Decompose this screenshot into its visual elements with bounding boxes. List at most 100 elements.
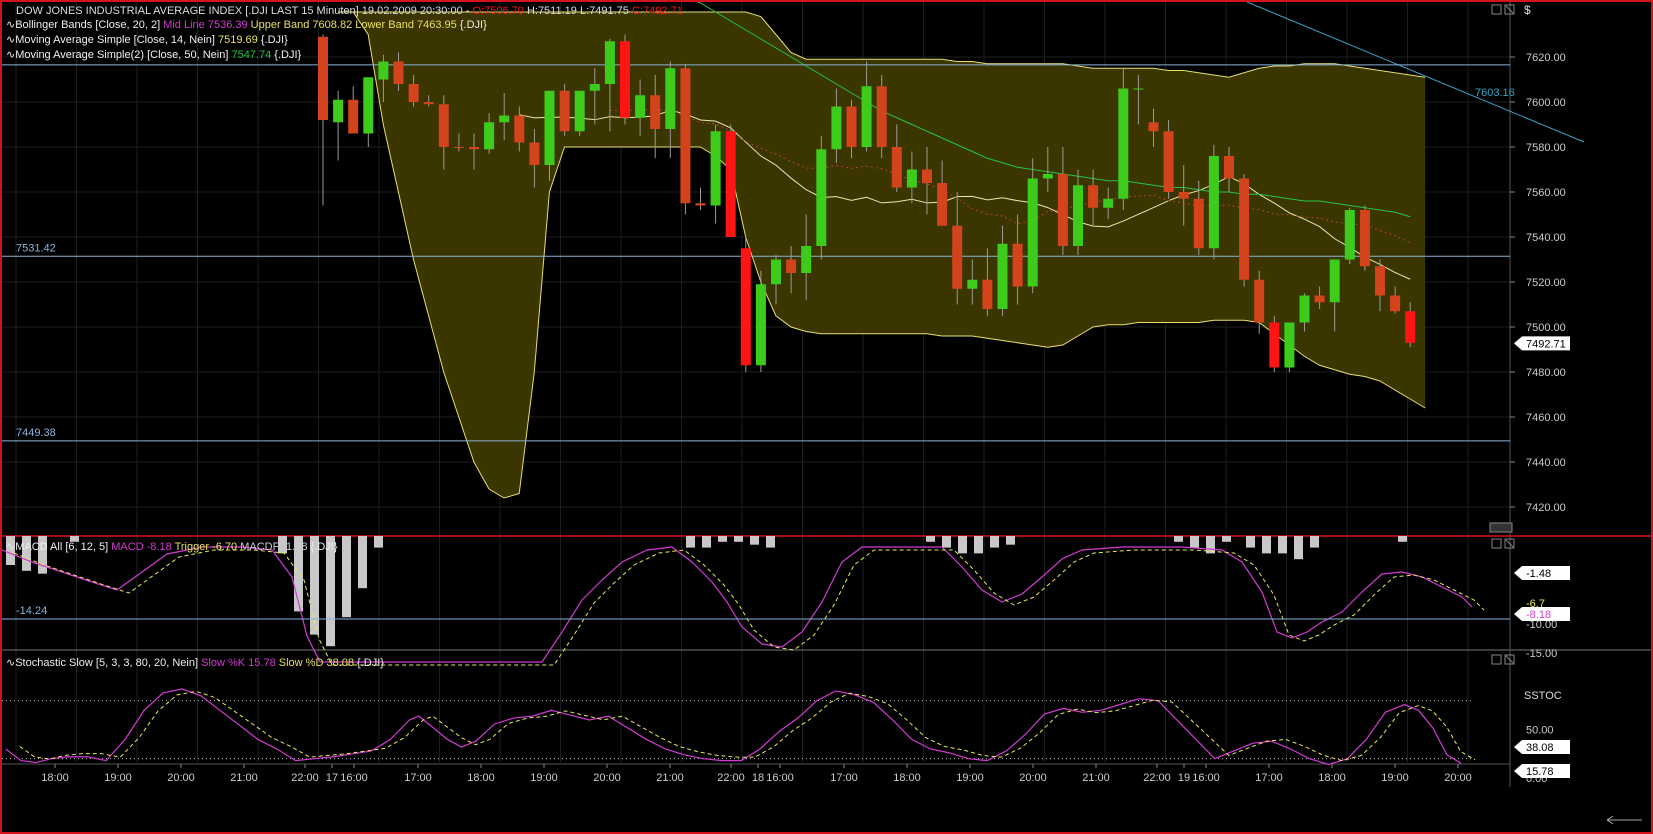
price-tick-label: 7500.00 — [1526, 322, 1566, 334]
macd-level-label: -14.24 — [16, 605, 47, 617]
macd-histogram-bar — [686, 536, 695, 548]
macd-histogram-bar — [990, 536, 999, 548]
candle-body — [1027, 178, 1038, 287]
time-axis-label: 20:00 — [1019, 772, 1047, 784]
candle-body — [469, 147, 479, 150]
candle[interactable] — [755, 270, 766, 372]
candle[interactable] — [710, 124, 721, 224]
macd-histogram-bar — [1294, 536, 1303, 560]
candle[interactable] — [1344, 207, 1355, 264]
stoch-tick-label: 50.00 — [1526, 725, 1554, 737]
sma14-legend: ∿Moving Average Simple [Close, 14, Nein]… — [6, 34, 288, 46]
candle-body — [604, 41, 615, 84]
candle-body — [952, 225, 963, 289]
candle-body — [1118, 88, 1129, 199]
candle-body — [1193, 198, 1204, 249]
candle[interactable] — [620, 34, 630, 125]
candle[interactable] — [1118, 68, 1129, 210]
candle[interactable] — [740, 237, 751, 372]
stoch-pane-restore-icon[interactable] — [1491, 654, 1502, 665]
candle[interactable] — [318, 34, 328, 206]
candle-body — [755, 284, 766, 366]
time-axis-label: 19:00 — [530, 772, 558, 784]
time-axis-label: 18:00 — [893, 772, 921, 784]
candle[interactable] — [1269, 315, 1280, 372]
macd-trigger-line — [13, 549, 1485, 666]
candle[interactable] — [816, 135, 827, 260]
stoch-d-badge-text: 38.08 — [1526, 742, 1554, 754]
candle[interactable] — [1239, 174, 1250, 287]
time-axis-label: 16:00 — [340, 772, 368, 784]
macd-histogram-bar — [974, 536, 983, 554]
time-axis-label: 22:00 — [291, 772, 319, 784]
candle-body — [453, 147, 464, 148]
candle-body — [393, 61, 404, 84]
horizontal-level-label: 7531.42 — [16, 242, 56, 254]
macd-histogram-bar — [718, 536, 727, 542]
candle-body — [725, 131, 736, 237]
pane-resize-handle[interactable] — [1489, 522, 1513, 533]
time-axis-label: 18:00 — [1318, 772, 1346, 784]
candle-body — [1390, 295, 1401, 312]
time-axis-label: 19:00 — [1381, 772, 1409, 784]
time-axis: 18:00 19:00 20:00 21:00 22:00 17 16:00 17:00 18:… — [41, 764, 1472, 784]
time-axis-label: 20:00 — [1444, 772, 1472, 784]
main-pane-restore-icon[interactable] — [1491, 4, 1502, 15]
candle[interactable] — [876, 75, 887, 159]
candle[interactable] — [574, 90, 585, 136]
candle-body — [1329, 259, 1340, 303]
candle-body — [544, 90, 555, 165]
candle[interactable] — [333, 90, 344, 161]
candle-body — [831, 106, 842, 150]
candle-body — [816, 149, 827, 246]
currency-label: $ — [1524, 3, 1531, 17]
macd-histogram-bar — [1278, 536, 1287, 554]
stoch-legend: ∿Stochastic Slow [5, 3, 3, 80, 20, Nein]… — [6, 657, 384, 669]
scroll-arrow-icon[interactable] — [1606, 815, 1642, 825]
candle-body — [484, 122, 495, 150]
time-axis-label: 20:00 — [167, 772, 195, 784]
price-tick-label: 7540.00 — [1526, 232, 1566, 244]
candle-body — [348, 99, 359, 134]
candle-body — [650, 95, 661, 129]
candle-body — [801, 246, 812, 273]
candle[interactable] — [1359, 205, 1370, 271]
candle[interactable] — [1208, 144, 1219, 260]
candle[interactable] — [1027, 158, 1038, 294]
macd-tick-label: -15.00 — [1526, 648, 1557, 660]
candle[interactable] — [559, 84, 570, 136]
price-tick-label: 7460.00 — [1526, 412, 1566, 424]
candle-body — [333, 99, 344, 123]
header-legend: DOW JONES INDUSTRIAL AVERAGE INDEX [.DJI… — [16, 5, 683, 17]
chart-canvas[interactable]: 7603.16 7531.42 7449.38 $7620.00 7600.00 7580… — [2, 2, 1651, 832]
candle[interactable] — [1284, 322, 1295, 373]
macd-histogram-bar — [1398, 536, 1407, 542]
candle[interactable] — [680, 63, 691, 215]
candle[interactable] — [348, 86, 359, 134]
candle-body — [1208, 156, 1219, 249]
time-axis-label: 22:00 — [717, 772, 745, 784]
sma50-legend: ∿Moving Average Simple(2) [Close, 50, Ne… — [6, 49, 302, 61]
candle-body — [363, 77, 374, 134]
macd-histogram-bar — [702, 536, 711, 548]
candle-body — [665, 68, 676, 129]
trading-chart-window: 7603.16 7531.42 7449.38 $7620.00 7600.00 7580… — [0, 0, 1653, 834]
candle[interactable] — [695, 187, 706, 211]
macd-histogram-bar — [942, 536, 951, 548]
candle-body — [620, 41, 630, 118]
candle[interactable] — [1163, 120, 1174, 199]
time-axis-label: 21:00 — [656, 772, 684, 784]
candle-body — [514, 115, 525, 143]
candle[interactable] — [725, 124, 736, 238]
candle-body — [1344, 210, 1355, 260]
candle-body — [1224, 156, 1234, 179]
candle-body — [318, 36, 328, 120]
macd-histogram-bar — [358, 536, 367, 589]
candle-body — [438, 104, 449, 147]
candle-body — [680, 68, 691, 204]
macd-histogram-bar — [1310, 536, 1319, 548]
candle-body — [786, 259, 797, 273]
candle[interactable] — [363, 77, 374, 147]
macd-pane-restore-icon[interactable] — [1491, 538, 1502, 549]
candle-body — [1269, 322, 1280, 368]
